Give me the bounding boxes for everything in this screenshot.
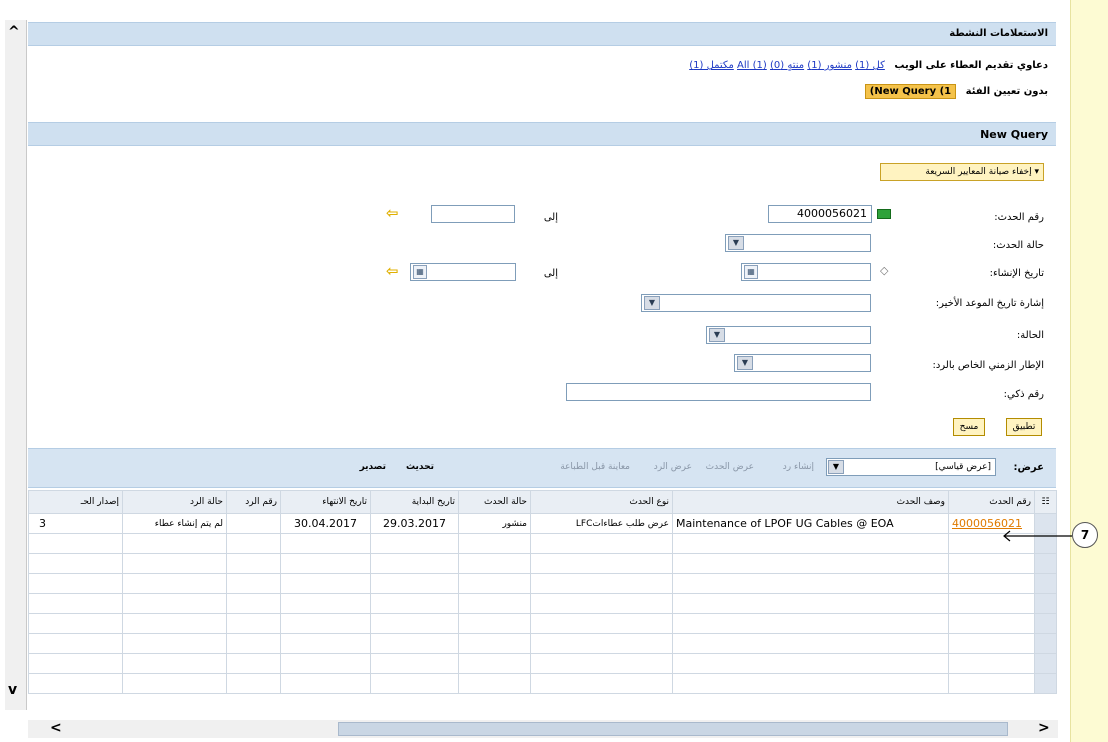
col-version[interactable]: إصدار الحـ — [28, 490, 123, 514]
calendar-icon[interactable]: ▦ — [413, 265, 427, 279]
response-status-cell: لم يتم إنشاء عطاء — [122, 513, 227, 534]
vertical-scrollbar[interactable]: ^ v — [5, 20, 27, 710]
web-rfx-label: دعاوي تقديم العطاء على الويب — [894, 60, 1048, 71]
start-date-cell: 29.03.2017 — [370, 513, 459, 534]
calendar-icon[interactable]: ▦ — [744, 265, 758, 279]
to-label-2: إلى — [543, 268, 558, 279]
status-select[interactable]: ▼ — [706, 326, 871, 344]
print-preview-button[interactable]: معاينة قبل الطباعة — [546, 462, 630, 472]
table-settings-icon[interactable]: ☷ — [1034, 490, 1057, 514]
scroll-right-icon[interactable]: > — [1038, 720, 1050, 736]
response-timeframe-select[interactable]: ▼ — [734, 354, 871, 372]
col-description[interactable]: وصف الحدث — [672, 490, 949, 514]
hide-criteria-toggle[interactable]: ▾ إخفاء صيانة المعايير السريعة — [880, 163, 1044, 181]
link-all[interactable]: كل (1) — [855, 60, 885, 71]
deadline-label: إشارة تاريخ الموعد الأخير: — [935, 298, 1044, 309]
active-queries-title: الاستعلامات النشطة — [949, 28, 1048, 39]
scroll-up-icon[interactable]: ^ — [8, 24, 20, 40]
version-cell: 3 — [28, 513, 123, 534]
table-row — [28, 593, 1057, 614]
help-side-panel — [1070, 0, 1108, 742]
callout-number: 7 — [1080, 528, 1090, 542]
multi-select-arrow-icon[interactable]: ⇦ — [386, 264, 399, 279]
smart-number-label: رقم ذكي: — [1003, 389, 1044, 400]
criteria-panel — [28, 148, 1056, 438]
col-event-type[interactable]: نوع الحدث — [530, 490, 673, 514]
col-event-status[interactable]: حالة الحدث — [458, 490, 531, 514]
view-select[interactable]: [عرض قياسي] — [826, 458, 996, 476]
table-row — [28, 533, 1057, 554]
link-all-en[interactable]: (1) All — [737, 60, 767, 71]
link-ended[interactable]: منتهٍ (0) — [770, 60, 804, 71]
horizontal-scrollbar[interactable]: < > — [28, 720, 1058, 738]
no-category-label: بدون تعيين الفئة — [965, 86, 1048, 97]
new-query-title: New Query — [980, 128, 1048, 141]
green-status-icon — [877, 209, 891, 219]
new-query-chip[interactable]: (New Query (1 — [864, 84, 957, 99]
response-timeframe-label: الإطار الزمني الخاص بالرد: — [932, 360, 1044, 371]
active-queries-header: الاستعلامات النشطة — [28, 22, 1056, 46]
hide-criteria-text: ▾ إخفاء صيانة المعايير السريعة — [925, 167, 1039, 177]
col-end-date[interactable]: تاريخ الانتهاء — [280, 490, 371, 514]
chevron-down-icon[interactable]: ▼ — [709, 328, 725, 342]
scroll-down-icon[interactable]: v — [8, 682, 17, 698]
end-date-cell: 30.04.2017 — [280, 513, 371, 534]
col-start-date[interactable]: تاريخ البداية — [370, 490, 459, 514]
category-row: بدون تعيين الفئة (New Query (1 — [648, 84, 1048, 99]
table-row[interactable]: 4000056021 Maintenance of LPOF UG Cables… — [28, 513, 1057, 534]
results-table: ☷ رقم الحدث وصف الحدث نوع الحدث حالة الح… — [28, 490, 1057, 694]
new-query-header: New Query — [28, 122, 1056, 146]
smart-number-field[interactable] — [566, 383, 871, 401]
event-status-label: حالة الحدث: — [992, 240, 1044, 251]
horizontal-scroll-thumb[interactable] — [338, 722, 1008, 736]
col-event-number[interactable]: رقم الحدث — [948, 490, 1035, 514]
table-row — [28, 613, 1057, 634]
link-completed[interactable]: مكتمل (1) — [689, 60, 734, 71]
event-description-cell: Maintenance of LPOF UG Cables @ EOA — [672, 513, 949, 534]
response-number-cell — [226, 513, 281, 534]
event-number-to-field[interactable] — [431, 205, 515, 223]
apply-button[interactable]: تطبيق — [1006, 418, 1042, 436]
display-response-button[interactable]: عرض الرد — [640, 462, 692, 472]
event-type-cell: عرض طلب عطاءاتLFC — [530, 513, 673, 534]
status-label: الحالة: — [1016, 330, 1044, 341]
view-label: عرض: — [1013, 462, 1044, 473]
diamond-icon: ◇ — [880, 264, 889, 277]
col-response-status[interactable]: حالة الرد — [122, 490, 227, 514]
table-row — [28, 653, 1057, 674]
col-response-number[interactable]: رقم الرد — [226, 490, 281, 514]
chevron-down-icon[interactable]: ▼ — [828, 460, 844, 474]
chevron-down-icon[interactable]: ▼ — [644, 296, 660, 310]
table-row — [28, 553, 1057, 574]
table-row — [28, 633, 1057, 654]
clear-button[interactable]: مسح — [953, 418, 985, 436]
chevron-down-icon[interactable]: ▼ — [728, 236, 744, 250]
event-number-from-field[interactable]: 4000056021 — [768, 205, 872, 223]
callout-number-badge: 7 — [1072, 522, 1098, 548]
created-date-to-field[interactable]: ▦ — [410, 263, 516, 281]
to-label-1: إلى — [543, 212, 558, 223]
scroll-left-icon[interactable]: < — [50, 720, 62, 736]
multi-select-arrow-icon[interactable]: ⇦ — [386, 206, 399, 221]
create-response-button[interactable]: إنشاء رد — [764, 462, 814, 472]
event-number-label: رقم الحدث: — [994, 212, 1044, 223]
link-published[interactable]: منشور (1) — [807, 60, 852, 71]
table-row — [28, 673, 1057, 694]
query-links-row: دعاوي تقديم العطاء على الويب كل (1) منشو… — [448, 60, 1048, 71]
refresh-button[interactable]: تحديث — [394, 462, 434, 472]
event-status-select[interactable]: ▼ — [725, 234, 871, 252]
chevron-down-icon[interactable]: ▼ — [737, 356, 753, 370]
created-date-label: تاريخ الإنشاء: — [989, 268, 1044, 279]
event-status-cell: منشور — [458, 513, 531, 534]
table-row — [28, 573, 1057, 594]
display-event-button[interactable]: عرض الحدث — [698, 462, 754, 472]
export-button[interactable]: تصدير — [338, 462, 386, 472]
created-date-from-field[interactable]: ▦ — [741, 263, 871, 281]
main-content: الاستعلامات النشطة دعاوي تقديم العطاء عل… — [28, 0, 1057, 720]
deadline-select[interactable]: ▼ — [641, 294, 871, 312]
table-header-row: ☷ رقم الحدث وصف الحدث نوع الحدث حالة الح… — [28, 490, 1057, 514]
